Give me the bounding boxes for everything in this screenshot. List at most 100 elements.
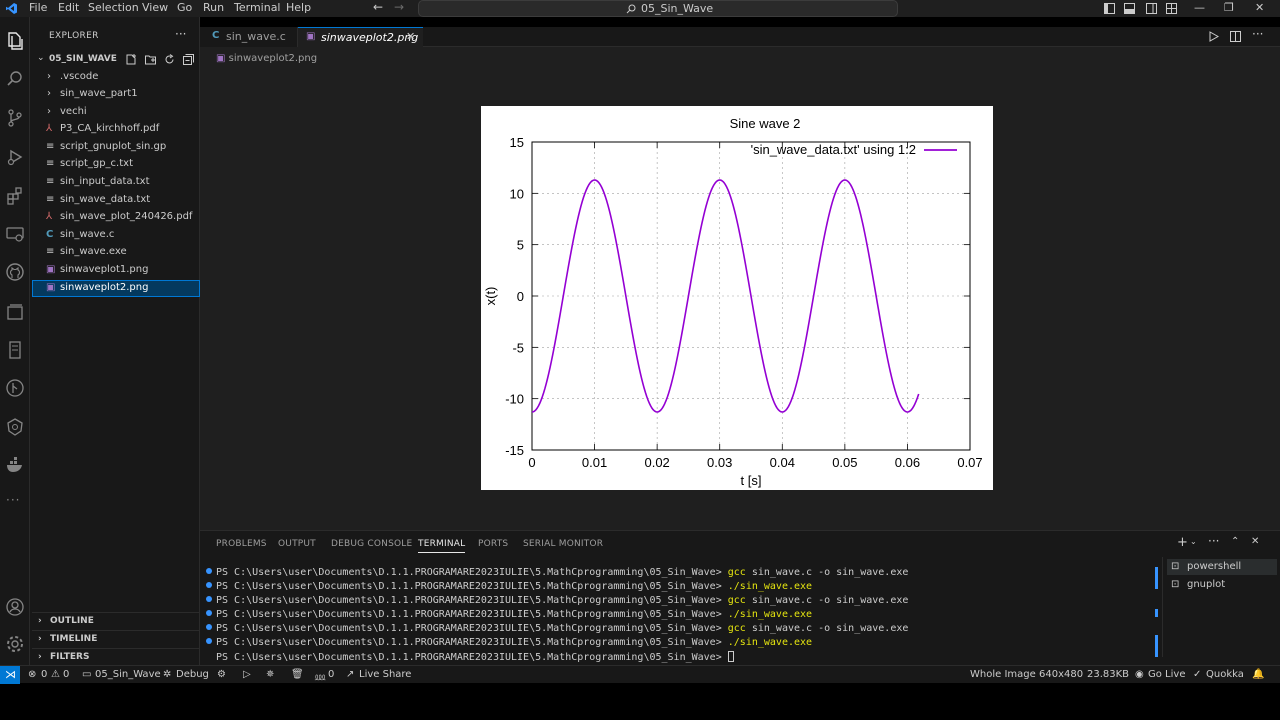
x-tick-label: 0.06 bbox=[895, 455, 920, 470]
breadcrumb-item[interactable]: sinwaveplot2.png bbox=[229, 53, 317, 64]
tree-item-sinwaveplot1[interactable]: ▣ sinwaveplot1.png bbox=[32, 262, 200, 279]
trash-icon[interactable]: 🗑 bbox=[291, 669, 304, 680]
remote-explorer-icon[interactable] bbox=[5, 224, 25, 244]
extensions-icon[interactable] bbox=[5, 186, 25, 206]
toggle-panel-icon[interactable] bbox=[1124, 3, 1135, 14]
menu-selection[interactable]: Selection bbox=[88, 1, 139, 14]
panel-more-icon[interactable]: ··· bbox=[1208, 534, 1219, 548]
tab-sin-wave-c[interactable]: C sin_wave.c bbox=[200, 27, 298, 47]
debug-label[interactable]: Debug bbox=[176, 669, 209, 680]
terminal-session-gnuplot[interactable]: ⊡ gnuplot bbox=[1167, 577, 1277, 593]
tree-item-sin-wave-exe[interactable]: ≡ sin_wave.exe bbox=[32, 244, 200, 261]
menu-file[interactable]: File bbox=[29, 1, 47, 14]
sine-wave-chart: 0 0.01 0.02 0.03 0.04 0.05 0.06 0.07 15 10 5 0 -5 -10… bbox=[483, 116, 983, 488]
terminal-line: PS C:\Users\user\Documents\D.1.1.PROGRAM… bbox=[216, 651, 734, 663]
warning-icon[interactable]: ⚠ bbox=[51, 669, 60, 680]
close-window-icon[interactable]: ✕ bbox=[1255, 1, 1264, 14]
tab-terminal[interactable]: TERMINAL bbox=[418, 539, 466, 553]
menu-run[interactable]: Run bbox=[203, 1, 224, 14]
error-icon[interactable]: ⊗ bbox=[28, 669, 36, 680]
new-terminal-icon[interactable]: + bbox=[1177, 535, 1188, 550]
folder-header[interactable]: ⌄ 05_SIN_WAVE bbox=[32, 51, 200, 68]
run-icon[interactable]: ▷ bbox=[243, 669, 251, 680]
folder-icon: ▭ bbox=[82, 669, 92, 680]
menu-go[interactable]: Go bbox=[177, 1, 192, 14]
run-debug-icon[interactable] bbox=[5, 147, 25, 167]
remote-indicator[interactable]: ⋊ bbox=[0, 666, 20, 684]
toggle-secondary-sidebar-icon[interactable] bbox=[1146, 3, 1157, 14]
bug-icon[interactable]: ✵ bbox=[266, 669, 274, 680]
terminal-session-powershell[interactable]: ⊡ powershell bbox=[1167, 559, 1277, 575]
filters-section[interactable]: › FILTERS bbox=[32, 648, 200, 665]
nav-back-icon[interactable]: ← bbox=[373, 0, 383, 14]
live-share[interactable]: Live Share bbox=[359, 669, 411, 680]
menu-view[interactable]: View bbox=[142, 1, 168, 14]
tree-item-plot-pdf[interactable]: ⅄ sin_wave_plot_240426.pdf bbox=[32, 209, 200, 226]
run-icon[interactable] bbox=[1208, 31, 1219, 42]
maximize-panel-icon[interactable]: ⌃ bbox=[1231, 536, 1239, 547]
error-count[interactable]: 0 bbox=[41, 669, 47, 680]
chevron-down-icon[interactable]: ⌄ bbox=[1190, 537, 1197, 546]
chart-title: Sine wave 2 bbox=[730, 116, 801, 131]
settings-gear-icon[interactable] bbox=[5, 634, 25, 654]
tree-item-sin-wave-part1[interactable]: › sin_wave_part1 bbox=[32, 86, 200, 103]
close-tab-icon[interactable]: ✕ bbox=[406, 30, 415, 43]
go-live[interactable]: Go Live bbox=[1148, 669, 1185, 680]
tab-problems[interactable]: PROBLEMS bbox=[216, 539, 267, 549]
github-icon[interactable] bbox=[5, 262, 25, 282]
ports-count[interactable]: 0 bbox=[328, 669, 334, 680]
terminal-output[interactable]: PS C:\Users\user\Documents\D.1.1.PROGRAM… bbox=[200, 565, 1160, 665]
tree-item-pdf[interactable]: ⅄ P3_CA_kirchhoff.pdf bbox=[32, 121, 200, 138]
nav-forward-icon[interactable]: → bbox=[394, 0, 404, 14]
tab-serial-monitor[interactable]: SERIAL MONITOR bbox=[523, 539, 603, 549]
explorer-icon[interactable] bbox=[5, 31, 25, 51]
tree-item-vechi[interactable]: › vechi bbox=[32, 104, 200, 121]
tab-output[interactable]: OUTPUT bbox=[278, 539, 316, 549]
tree-item-sin-wave-c[interactable]: C sin_wave.c bbox=[32, 227, 200, 244]
tabs-view-icon[interactable] bbox=[5, 302, 25, 322]
tree-item-vscode[interactable]: › .vscode bbox=[32, 69, 200, 86]
new-folder-icon[interactable] bbox=[145, 54, 156, 65]
more-views-icon[interactable]: ··· bbox=[6, 493, 20, 507]
explorer-more-icon[interactable]: ··· bbox=[175, 27, 186, 41]
account-icon[interactable] bbox=[5, 597, 25, 617]
tab-sinwaveplot2[interactable]: ▣ sinwaveplot2.png ✕ bbox=[298, 27, 423, 47]
new-file-icon[interactable] bbox=[126, 54, 137, 65]
tree-item-gp-c-txt[interactable]: ≡ script_gp_c.txt bbox=[32, 156, 200, 173]
collapse-all-icon[interactable] bbox=[183, 54, 194, 65]
warning-count[interactable]: 0 bbox=[63, 669, 69, 680]
notifications-bell-icon[interactable]: 🔔 bbox=[1252, 669, 1264, 680]
source-control-icon[interactable] bbox=[5, 108, 25, 128]
tab-debug-console[interactable]: DEBUG CONSOLE bbox=[331, 539, 412, 549]
split-editor-icon[interactable] bbox=[1230, 31, 1241, 42]
customize-layout-icon[interactable] bbox=[1166, 3, 1177, 14]
refresh-icon[interactable] bbox=[164, 54, 175, 65]
maximize-icon[interactable]: ❐ bbox=[1224, 1, 1234, 14]
quokka[interactable]: Quokka bbox=[1206, 669, 1244, 680]
tree-item-sin-input-data[interactable]: ≡ sin_input_data.txt bbox=[32, 174, 200, 191]
tab-ports[interactable]: PORTS bbox=[478, 539, 508, 549]
close-panel-icon[interactable]: ✕ bbox=[1251, 536, 1259, 547]
menu-help[interactable]: Help bbox=[286, 1, 311, 14]
board-icon[interactable] bbox=[5, 340, 25, 360]
x-tick-label: 0.03 bbox=[707, 455, 732, 470]
editor-more-icon[interactable]: ··· bbox=[1252, 27, 1263, 41]
timeline-section[interactable]: › TIMELINE bbox=[32, 630, 200, 647]
command-center[interactable]: 05_Sin_Wave bbox=[418, 0, 898, 17]
tree-item-sinwaveplot2[interactable]: ▣ sinwaveplot2.png bbox=[32, 280, 200, 297]
menu-edit[interactable]: Edit bbox=[58, 1, 79, 14]
docker-icon[interactable] bbox=[5, 455, 25, 475]
zoom-level[interactable]: Whole Image bbox=[970, 669, 1036, 680]
activity-bar: ··· bbox=[0, 17, 30, 665]
outline-section[interactable]: › OUTLINE bbox=[32, 612, 200, 629]
tree-item-sin-wave-data[interactable]: ≡ sin_wave_data.txt bbox=[32, 192, 200, 209]
minimize-icon[interactable]: — bbox=[1194, 1, 1205, 14]
git-graph-icon[interactable] bbox=[5, 378, 25, 398]
menu-terminal[interactable]: Terminal bbox=[234, 1, 281, 14]
settings-icon[interactable]: ⚙ bbox=[217, 669, 226, 680]
search-view-icon[interactable] bbox=[5, 69, 25, 89]
workspace-name[interactable]: 05_Sin_Wave bbox=[95, 669, 161, 680]
kubernetes-icon[interactable] bbox=[5, 417, 25, 437]
tree-item-gp-script[interactable]: ≡ script_gnuplot_sin.gp bbox=[32, 139, 200, 156]
toggle-sidebar-icon[interactable] bbox=[1104, 3, 1115, 14]
